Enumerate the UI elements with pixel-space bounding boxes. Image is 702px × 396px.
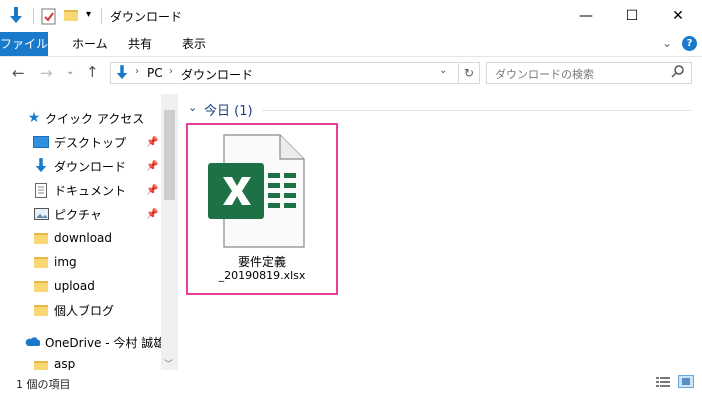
quick-download-icon[interactable] (8, 7, 24, 25)
nav-item-label: デスクトップ (54, 135, 127, 150)
nav-scrollbar-thumb[interactable] (164, 110, 175, 200)
nav-quick-access-label: クイック アクセス (45, 111, 145, 126)
large-icons-view-icon[interactable] (678, 375, 694, 388)
nav-item-folder-download[interactable]: download (0, 226, 160, 250)
window-title: ダウンロード (110, 10, 183, 24)
nav-item-label: download (54, 231, 113, 245)
tab-file[interactable]: ファイル (0, 32, 48, 56)
up-arrow-icon[interactable]: ↑ (86, 63, 99, 81)
pin-icon: 📌 (146, 160, 159, 172)
forward-arrow-icon[interactable]: → (40, 64, 53, 82)
folder-icon (33, 358, 49, 370)
search-box[interactable]: ダウンロードの検索 (486, 62, 692, 84)
nav-item-asp[interactable]: asp (0, 356, 160, 370)
nav-item-folder-upload[interactable]: upload (0, 274, 160, 298)
nav-item-label: upload (54, 279, 95, 293)
details-view-icon[interactable] (656, 376, 670, 388)
separator (33, 8, 34, 24)
back-arrow-icon[interactable]: ← (12, 64, 25, 82)
expand-ribbon-icon[interactable]: ⌄ (662, 36, 672, 50)
nav-item-label: ピクチャ (54, 207, 102, 222)
refresh-icon[interactable]: ↻ (458, 63, 479, 83)
pin-icon: 📌 (146, 184, 159, 196)
close-button[interactable]: ✕ (655, 0, 701, 32)
nav-item-pictures[interactable]: ピクチャ 📌 (0, 202, 160, 226)
nav-item-label: img (54, 255, 77, 269)
separator (101, 8, 102, 24)
minimize-button[interactable]: — (563, 0, 609, 32)
nav-item-folder-blog[interactable]: 個人ブログ (0, 298, 160, 322)
title-bar: ▾ ダウンロード — ☐ ✕ (0, 0, 702, 32)
address-dropdown-icon[interactable]: ⌄ (439, 65, 447, 76)
file-name-line1: 要件定義 (237, 255, 286, 269)
tab-share[interactable]: 共有 (116, 32, 164, 56)
status-item-count: 1 個の項目 (16, 378, 71, 391)
folder-icon (33, 278, 49, 294)
address-bar[interactable]: › PC › ダウンロード ⌄ ↻ (110, 62, 480, 84)
new-folder-icon[interactable] (64, 10, 78, 21)
chevron-right-icon[interactable]: › (135, 66, 139, 77)
tab-view[interactable]: 表示 (170, 32, 218, 56)
breadcrumb-downloads[interactable]: ダウンロード (181, 66, 253, 83)
group-header[interactable]: 今日 (1) (204, 100, 253, 119)
file-tile[interactable]: 要件定義 _20190819.xlsx (186, 123, 338, 295)
group-header-rule (262, 110, 692, 111)
document-icon (33, 182, 49, 198)
folder-icon (33, 254, 49, 270)
nav-item-label: ドキュメント (54, 183, 127, 198)
cloud-icon (24, 334, 40, 350)
nav-item-folder-img[interactable]: img (0, 250, 160, 274)
star-icon: ★ (27, 110, 41, 126)
help-button[interactable]: ? (682, 36, 697, 51)
nav-item-label: OneDrive - 今村 誠雄 (45, 335, 166, 350)
excel-file-icon (206, 133, 306, 251)
search-input[interactable]: ダウンロードの検索 (495, 66, 594, 82)
pin-icon: 📌 (146, 208, 159, 220)
folder-icon (33, 302, 49, 318)
pin-icon: 📌 (146, 136, 159, 148)
nav-scroll-down-icon[interactable]: ﹀ (164, 357, 173, 370)
nav-item-documents[interactable]: ドキュメント 📌 (0, 178, 160, 202)
nav-item-onedrive[interactable]: OneDrive - 今村 誠雄 (0, 330, 165, 354)
maximize-button[interactable]: ☐ (609, 0, 655, 32)
desktop-icon (33, 134, 49, 150)
file-name-line2: _20190819.xlsx (218, 269, 306, 282)
group-collapse-icon[interactable]: ⌄ (188, 101, 197, 114)
nav-quick-access[interactable]: ★ クイック アクセス (0, 106, 160, 130)
nav-item-label: ダウンロード (54, 159, 127, 174)
ribbon-tabs: ファイル ホーム 共有 表示 ⌄ ? (0, 32, 702, 57)
properties-icon[interactable] (41, 7, 57, 25)
nav-item-label: 個人ブログ (54, 303, 115, 318)
breadcrumb-pc[interactable]: PC (147, 66, 163, 80)
search-icon[interactable] (671, 64, 685, 83)
picture-icon (33, 206, 49, 222)
nav-item-desktop[interactable]: デスクトップ 📌 (0, 130, 160, 154)
nav-item-downloads[interactable]: ダウンロード 📌 (0, 154, 160, 178)
address-download-icon (115, 65, 129, 84)
recent-locations-icon[interactable]: ⌄ (66, 66, 74, 77)
chevron-right-icon[interactable]: › (169, 66, 173, 77)
nav-item-label: asp (54, 357, 76, 370)
customize-toolbar-icon[interactable]: ▾ (86, 9, 91, 20)
tab-home[interactable]: ホーム (60, 32, 120, 56)
folder-icon (33, 230, 49, 246)
download-icon (33, 158, 49, 174)
